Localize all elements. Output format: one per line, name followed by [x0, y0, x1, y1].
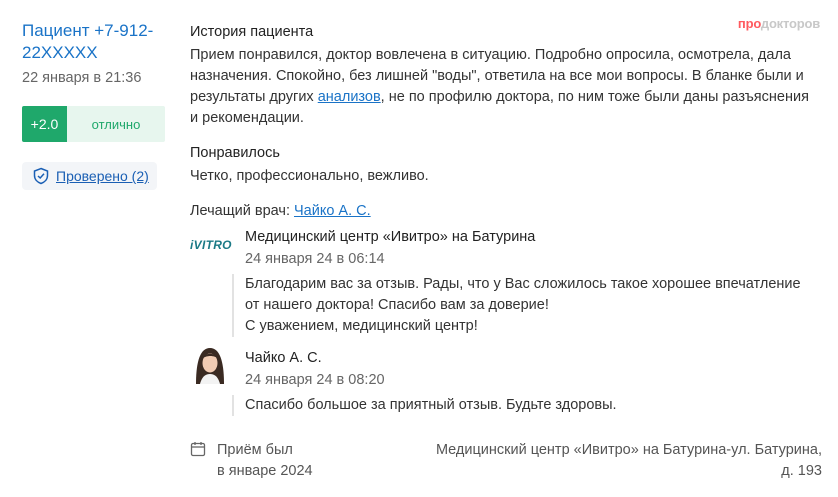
- reply-line: от нашего доктора! Спасибо вам за довери…: [245, 297, 549, 313]
- verified-button[interactable]: Проверено (2): [22, 162, 157, 190]
- doctor-line: Лечащий врач: Чайко А. С.: [190, 201, 820, 222]
- reply-text: Благодарим вас за отзыв. Рады, что у Вас…: [232, 274, 801, 337]
- reply-date: 24 января 24 в 06:14: [245, 251, 385, 267]
- review-date: 22 января в 21:36: [22, 70, 142, 86]
- place-line1: Медицинский центр «Ивитро» на Батурина-у…: [435, 442, 822, 458]
- review-meta: Пациент +7-912-22XXXXX 22 января в 21:36…: [22, 20, 172, 190]
- rating-label: отлично: [67, 106, 165, 142]
- analyses-link[interactable]: анализов: [318, 89, 381, 105]
- place-line2: д. 193: [781, 463, 822, 479]
- doctor-avatar: [192, 344, 228, 384]
- reply-line: Благодарим вас за отзыв. Рады, что у Вас…: [245, 276, 801, 292]
- review-author[interactable]: Пациент +7-912-22XXXXX: [22, 20, 172, 64]
- shield-check-icon: [33, 167, 49, 185]
- history-text: Прием понравился, доктор вовлечена в сит…: [190, 45, 820, 129]
- rating-badge: +2.0 отлично: [22, 106, 165, 142]
- visit-info: Приём был в январе 2024: [217, 440, 313, 482]
- rating-score: +2.0: [22, 106, 67, 142]
- verified-label[interactable]: Проверено (2): [56, 168, 149, 184]
- history-title: История пациента: [190, 24, 314, 40]
- doctor-link[interactable]: Чайко А. С.: [294, 203, 371, 219]
- reply-author: Чайко А. С.: [245, 350, 322, 366]
- reply-line: С уважением, медицинский центр!: [245, 318, 478, 334]
- reply-text: Спасибо большое за приятный отзыв. Будьт…: [232, 395, 617, 416]
- liked-text: Четко, профессионально, вежливо.: [190, 168, 429, 184]
- visit-line1: Приём был: [217, 442, 293, 458]
- doctor-label: Лечащий врач:: [190, 203, 294, 219]
- visit-line2: в январе 2024: [217, 463, 313, 479]
- reply-line: Спасибо большое за приятный отзыв. Будьт…: [245, 397, 617, 413]
- ivitro-logo: iVITRO: [190, 238, 232, 252]
- liked-title: Понравилось: [190, 145, 280, 161]
- reply-author: Медицинский центр «Ивитро» на Батурина: [245, 229, 536, 245]
- calendar-icon: [190, 442, 206, 457]
- reply-date: 24 января 24 в 08:20: [245, 372, 385, 388]
- clinic-address[interactable]: Медицинский центр «Ивитро» на Батурина-у…: [402, 440, 822, 482]
- review-body: История пациента Прием понравился, докто…: [190, 22, 820, 222]
